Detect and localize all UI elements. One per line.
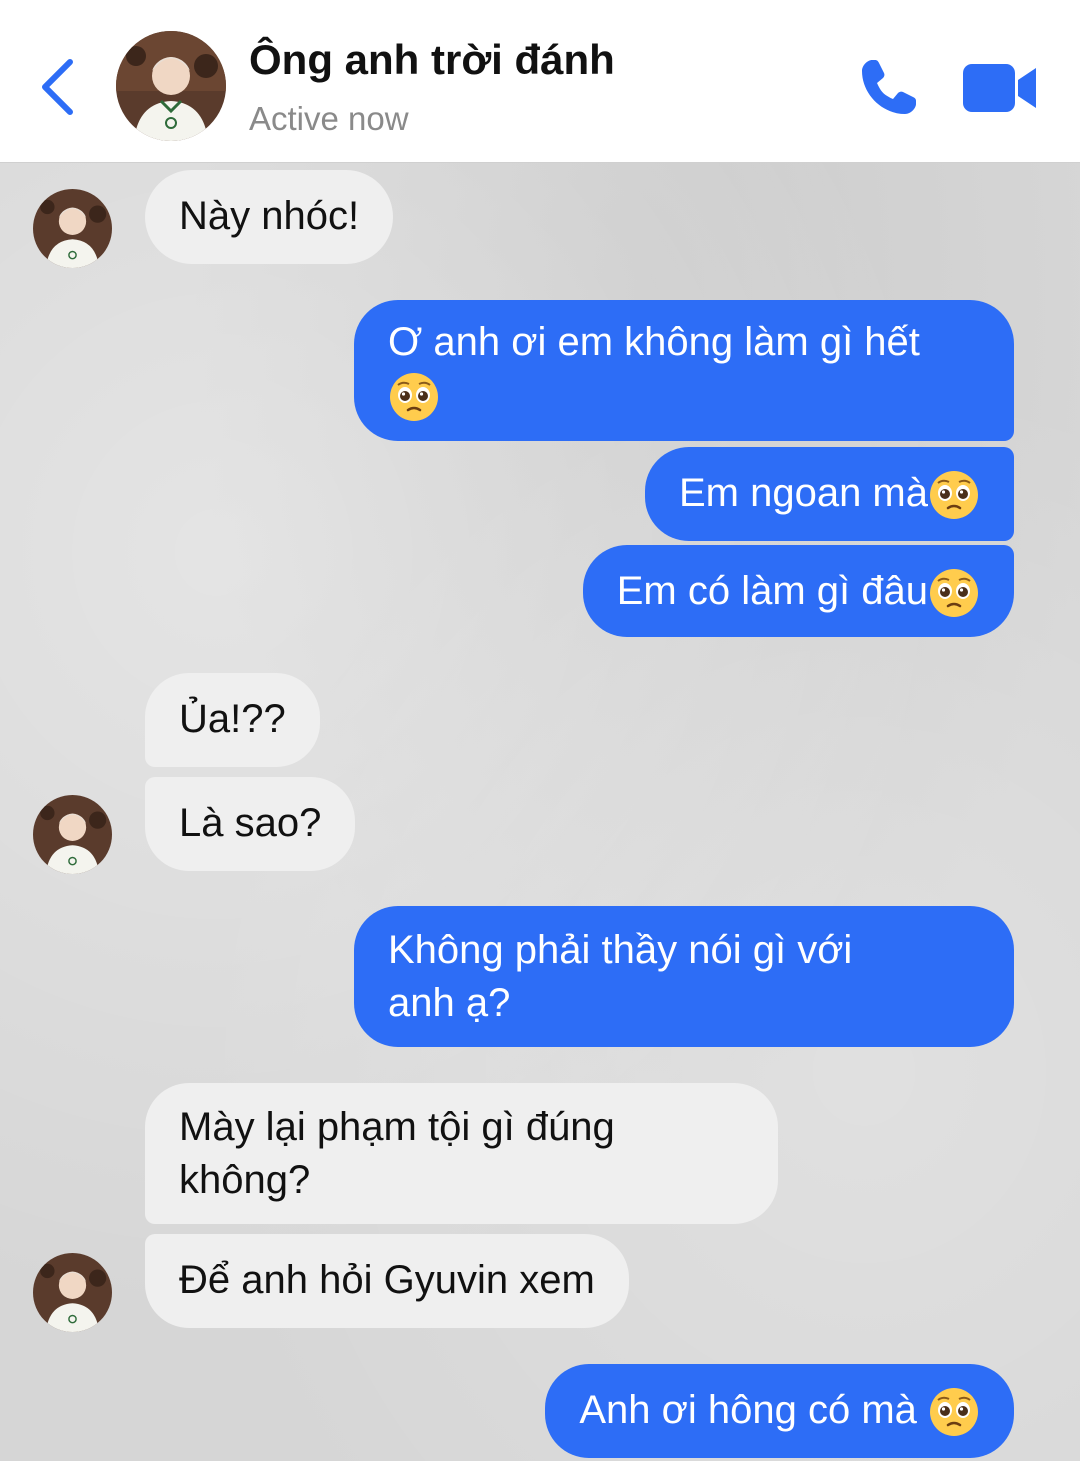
call-button[interactable] bbox=[858, 56, 920, 118]
message-text: Mày lại phạm tội gì đúng bbox=[179, 1105, 615, 1149]
message-text: Để anh hỏi Gyuvin xem bbox=[179, 1258, 595, 1302]
conversation-header: Ông anh trời đánh Active now bbox=[0, 0, 1080, 163]
message-text: Em ngoan mà bbox=[678, 471, 928, 515]
pleading-face-icon bbox=[930, 1388, 978, 1437]
message-text: Em có làm gì đâu bbox=[616, 569, 928, 613]
message-bubble-incoming[interactable]: Là sao? bbox=[145, 777, 356, 871]
message-bubble-outgoing[interactable]: Ơ anh ơi em không làm gì hết bbox=[354, 300, 1014, 441]
sender-avatar[interactable] bbox=[33, 189, 112, 268]
message-text: Là sao? bbox=[179, 801, 322, 845]
chevron-left-icon bbox=[42, 59, 73, 115]
message-bubble-outgoing[interactable]: Em ngoan mà bbox=[644, 447, 1014, 541]
message-bubble-outgoing[interactable]: Em có làm gì đâu bbox=[582, 545, 1014, 637]
pleading-face-icon bbox=[930, 569, 978, 618]
video-call-button[interactable] bbox=[960, 60, 1040, 116]
avatar-image bbox=[33, 795, 112, 874]
message-bubble-outgoing[interactable]: Anh ơi hông có mà bbox=[545, 1364, 1014, 1458]
message-bubble-incoming[interactable]: Này nhóc! bbox=[145, 170, 394, 264]
pleading-face-icon bbox=[930, 471, 978, 520]
message-bubble-incoming[interactable]: Mày lại phạm tội gì đúng không? bbox=[145, 1083, 778, 1224]
message-text: không? bbox=[179, 1158, 311, 1202]
video-camera-icon bbox=[963, 64, 1036, 112]
active-status: Active now bbox=[249, 100, 409, 137]
avatar-image bbox=[33, 189, 112, 268]
message-bubble-outgoing[interactable]: Không phải thầy nói gì với anh ạ? bbox=[354, 906, 1014, 1047]
contact-avatar[interactable] bbox=[116, 31, 226, 141]
message-text: anh ạ? bbox=[388, 981, 511, 1025]
chat-area[interactable]: Này nhóc! Ơ anh ơi em không làm gì hết E… bbox=[0, 163, 1080, 1461]
back-button[interactable] bbox=[30, 52, 90, 122]
message-text: Không phải thầy nói gì với bbox=[388, 928, 853, 972]
sender-avatar[interactable] bbox=[33, 795, 112, 874]
message-text: Ủa!?? bbox=[179, 697, 286, 741]
message-text: Anh ơi hông có mà bbox=[579, 1388, 928, 1432]
phone-icon bbox=[862, 60, 916, 114]
message-text: Này nhóc! bbox=[179, 194, 360, 238]
contact-name[interactable]: Ông anh trời đánh bbox=[249, 36, 615, 84]
avatar-image bbox=[33, 1253, 112, 1332]
message-bubble-incoming[interactable]: Để anh hỏi Gyuvin xem bbox=[145, 1234, 629, 1328]
message-bubble-incoming[interactable]: Ủa!?? bbox=[145, 673, 320, 767]
sender-avatar[interactable] bbox=[33, 1253, 112, 1332]
avatar-image bbox=[116, 31, 226, 141]
pleading-face-icon bbox=[390, 373, 438, 422]
message-text: Ơ anh ơi em không làm gì hết bbox=[388, 320, 920, 364]
